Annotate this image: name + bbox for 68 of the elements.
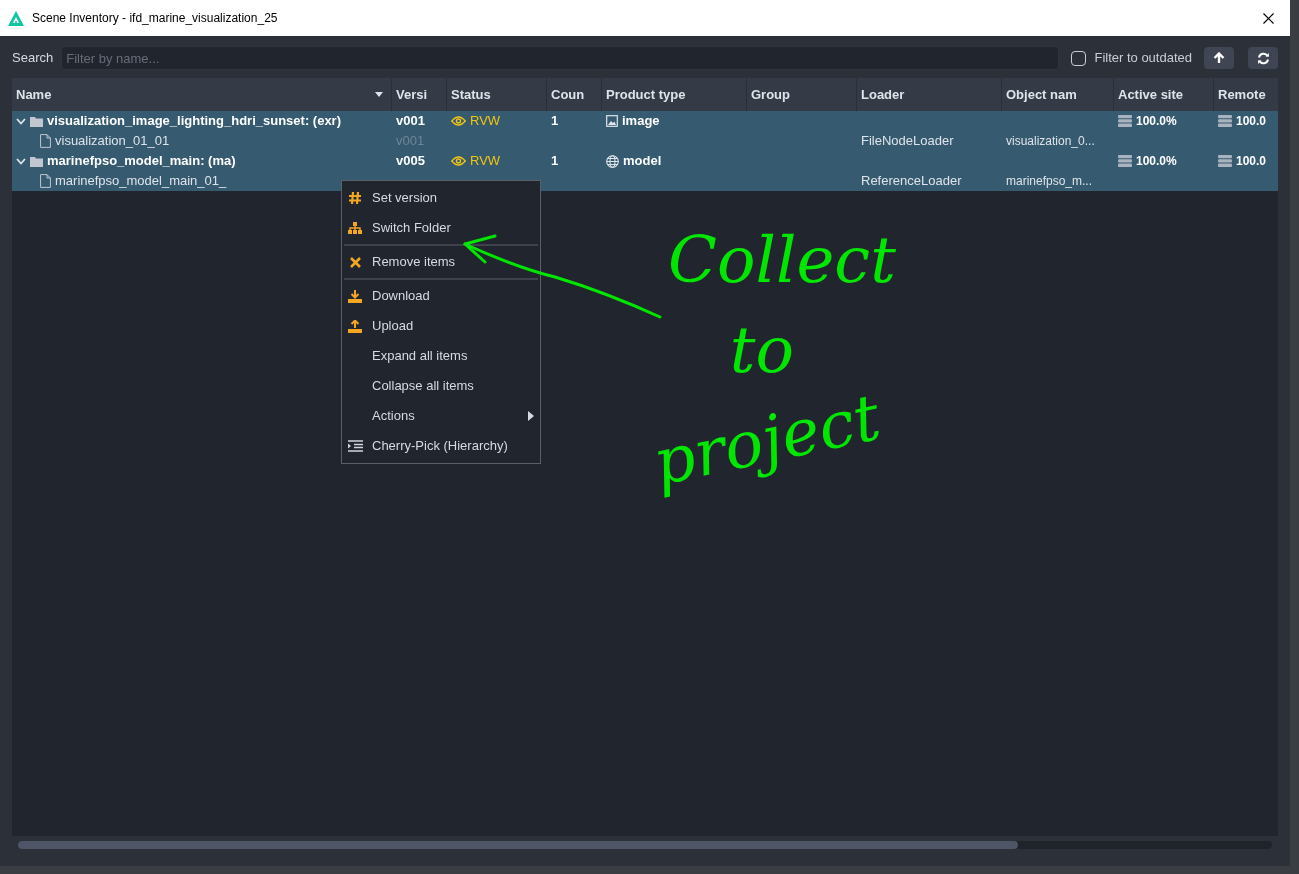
site-progress-text: 100.0% <box>1136 153 1177 170</box>
arrow-up-icon <box>1213 52 1225 64</box>
refresh-button[interactable] <box>1248 47 1278 69</box>
handwritten-note: Collect <box>668 222 896 299</box>
server-icon <box>1118 155 1132 167</box>
item-name: marinefpso_model_main: (ma) <box>47 152 236 171</box>
download-icon <box>348 289 362 303</box>
checkbox-label: Filter to outdated <box>1094 49 1192 68</box>
image-icon <box>606 115 618 127</box>
table-row[interactable]: marinefpso_model_main: (ma) v005 RVW 1 model 100.0% 100.0 <box>12 151 1278 171</box>
item-name: visualization_01_01 <box>55 132 170 151</box>
file-icon <box>40 134 51 148</box>
object-name-text: visualization_0... <box>1006 133 1095 150</box>
table-row[interactable]: visualization_01_01 v001 FileNodeLoader visualization_0... <box>12 131 1278 151</box>
menu-item[interactable]: Download <box>342 281 540 311</box>
checkbox[interactable] <box>1071 50 1087 66</box>
up-button[interactable] <box>1204 47 1234 69</box>
menu-item[interactable]: Upload <box>342 311 540 341</box>
server-icon <box>1118 115 1132 127</box>
chevron-down-icon[interactable] <box>16 157 26 165</box>
close-icon <box>349 256 361 268</box>
status-text: RVW <box>470 112 501 131</box>
server-icon <box>1218 155 1232 167</box>
submenu-arrow-icon <box>528 411 534 421</box>
eye-icon <box>451 156 466 166</box>
menu-item[interactable]: Remove items <box>342 247 540 277</box>
object-name-text: marinefpso_m... <box>1006 173 1093 190</box>
chevron-down-icon[interactable] <box>16 117 26 125</box>
upload-icon <box>348 319 362 333</box>
eye-icon <box>451 116 466 126</box>
menu-item[interactable]: Expand all items <box>342 341 540 371</box>
globe-icon <box>606 154 619 168</box>
version-text: v001 <box>396 112 425 131</box>
sort-caret-icon <box>375 92 383 97</box>
folder-icon <box>30 155 43 167</box>
server-icon <box>1218 115 1232 127</box>
product-type-text: image <box>622 112 660 131</box>
version-text: v001 <box>396 132 425 151</box>
version-text: v005 <box>396 152 425 171</box>
table-row[interactable]: marinefpso_model_main_01_ ReferenceLoader marinefpso_m... <box>12 171 1278 191</box>
loader-text: FileNodeLoader <box>861 132 954 151</box>
menu-item[interactable]: Cherry-Pick (Hierarchy) <box>342 431 540 461</box>
loader-text: ReferenceLoader <box>861 172 962 191</box>
menu-item[interactable]: Actions <box>342 401 540 431</box>
search-label: Search <box>12 49 54 68</box>
window-title: Scene Inventory - ifd_marine_visualization_25 <box>32 10 278 27</box>
site-progress-text: 100.0% <box>1136 113 1177 130</box>
close-icon[interactable] <box>1263 12 1274 24</box>
count-text: 1 <box>551 112 559 131</box>
product-type-text: model <box>623 152 662 171</box>
refresh-icon <box>1256 51 1270 65</box>
menu-item[interactable]: Switch Folder <box>342 213 540 243</box>
item-name: marinefpso_model_main_01_ <box>55 172 227 191</box>
hash-icon <box>348 191 362 205</box>
hierarchy-icon <box>348 222 362 234</box>
file-icon <box>40 174 51 188</box>
count-text: 1 <box>551 152 559 171</box>
search-field[interactable]: Filter by name... <box>61 46 1060 70</box>
site-progress-text: 100.0 <box>1236 113 1267 130</box>
app-logo-icon <box>8 10 24 26</box>
folder-icon <box>30 115 43 127</box>
menu-item[interactable]: Collapse all items <box>342 371 540 401</box>
site-progress-text: 100.0 <box>1236 153 1267 170</box>
scrollbar-thumb[interactable] <box>18 841 1018 849</box>
table-row[interactable]: visualization_image_lighting_hdri_sunset: (exr) v001 RVW 1 image 100.0% 100.0 <box>12 111 1278 131</box>
list-indent-icon <box>347 440 363 452</box>
item-name: visualization_image_lighting_hdri_sunset: (exr) <box>47 112 341 131</box>
status-text: RVW <box>470 152 501 171</box>
